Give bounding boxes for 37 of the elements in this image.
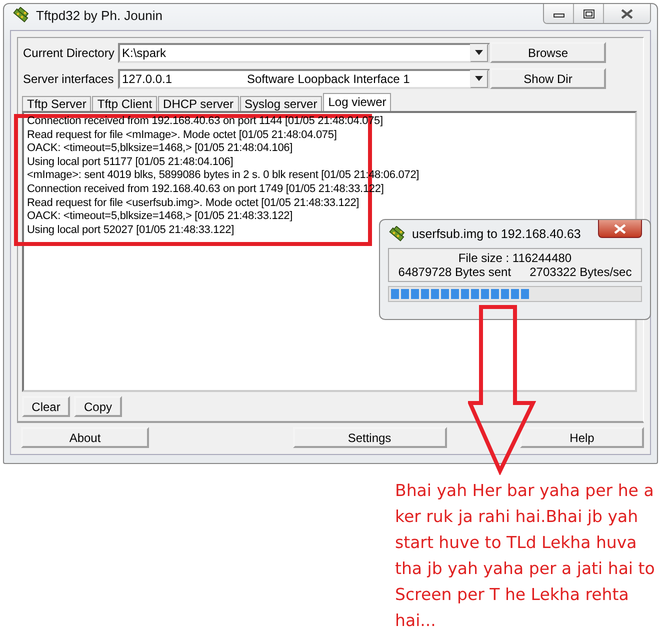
dropdown-arrow-icon [475, 50, 483, 55]
log-line: Read request for file <mImage>. Mode octet [01/05 21:48:04.075] [27, 128, 337, 142]
bottom-button[interactable]: Settings [292, 427, 446, 448]
close-button[interactable] [598, 220, 642, 238]
dropdown-field[interactable]: 127.0.0.1 Software Loopback Interface 1 [118, 68, 490, 88]
field-label: Server interfaces [22, 72, 115, 86]
tab[interactable]: Syslog server [240, 96, 322, 111]
log-button[interactable]: Clear [22, 396, 70, 417]
close-icon [613, 224, 627, 234]
close-icon [620, 8, 634, 18]
maximize-button[interactable] [574, 4, 604, 23]
log-button[interactable]: Copy [74, 396, 122, 417]
window-title: Tftpd32 by Ph. Jounin [36, 8, 164, 22]
log-line: Read request for file <userfsub.img>. Mode octet [01/05 21:48:33.122] [27, 196, 360, 210]
bottom-button[interactable]: About [21, 427, 149, 448]
annotation-text: Bhai yah Her bar yaha per he a ker ruk ja rahi hai.Bhai jb yah start huve to TLd Lekha huva tha jb yah yaha per a jati hai to Screen per T he Lekha rehta hai... [395, 480, 656, 632]
close-button[interactable] [604, 4, 650, 23]
side-button[interactable]: Browse [490, 42, 606, 63]
dialog-title: userfsub.img to 192.168.40.63 [412, 227, 582, 241]
field-label: Current Directory [22, 46, 116, 60]
tab[interactable]: Tftp Server [22, 96, 92, 111]
log-line: OACK: <timeout=5,blksize=1468,> [01/05 21:48:04.106] [27, 142, 293, 156]
transfer-rate-text: 2703322 Bytes/sec [530, 265, 632, 279]
log-line: Using local port 51177 [01/05 21:48:04.106] [27, 156, 234, 170]
minimize-button[interactable] [544, 4, 574, 23]
bottom-button[interactable]: Help [520, 427, 644, 448]
restore-icon [582, 8, 594, 18]
tab[interactable]: Log viewer [323, 93, 392, 111]
log-line: Using local port 52027 [01/05 21:48:33.122] [27, 224, 234, 238]
tab[interactable]: Tftp Client [92, 96, 158, 111]
file-size-text: File size : 116244480 [457, 251, 573, 265]
log-line: OACK: <timeout=5,blksize=1468,> [01/05 21:48:33.122] [27, 210, 293, 224]
dropdown-field[interactable]: K:\spark [118, 42, 490, 62]
side-button[interactable]: Show Dir [490, 68, 606, 89]
tab[interactable]: DHCP server [158, 96, 239, 111]
dropdown-arrow-icon [475, 76, 483, 81]
bytes-sent-text: 64879728 Bytes sent [398, 265, 512, 279]
